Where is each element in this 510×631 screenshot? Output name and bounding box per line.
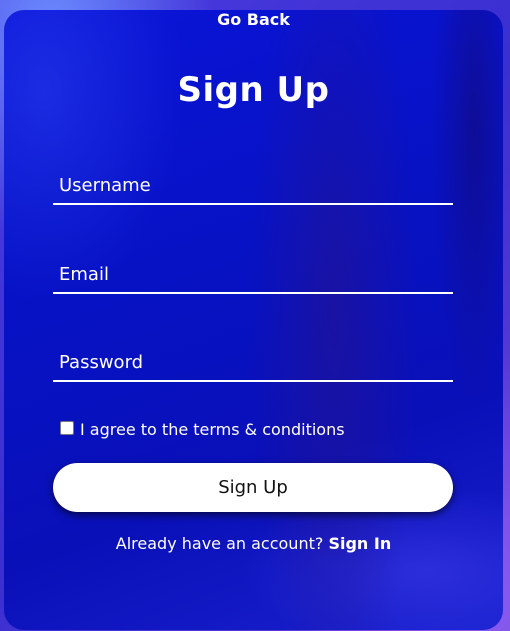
email-field-wrapper: [53, 256, 453, 294]
go-back-link[interactable]: Go Back: [4, 10, 503, 30]
username-field-wrapper: [53, 167, 453, 205]
signup-card: Go Back Sign Up I agree to the terms & c…: [4, 10, 503, 630]
password-field-wrapper: [53, 344, 453, 382]
terms-checkbox[interactable]: [60, 420, 74, 435]
email-input[interactable]: [53, 256, 453, 292]
password-input[interactable]: [53, 344, 453, 380]
page-title: Sign Up: [177, 70, 330, 110]
terms-row: I agree to the terms & conditions: [60, 420, 345, 439]
terms-label: I agree to the terms & conditions: [80, 420, 345, 439]
sign-in-link[interactable]: Sign In: [328, 534, 391, 553]
signin-prompt-text: Already have an account?: [115, 534, 324, 553]
sign-up-button[interactable]: Sign Up: [53, 463, 453, 512]
signin-prompt: Already have an account? Sign In: [4, 534, 503, 553]
username-input[interactable]: [53, 167, 453, 203]
